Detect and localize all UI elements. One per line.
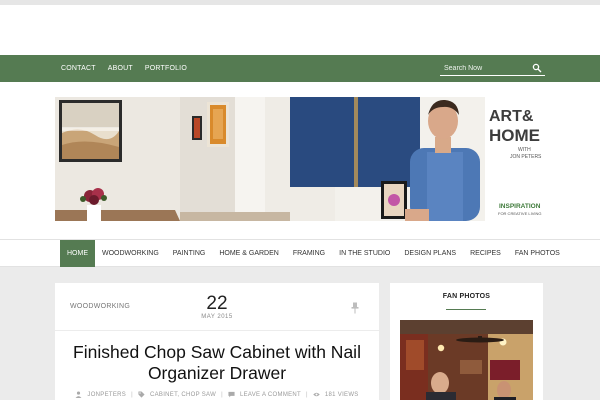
post-meta: JONPETERS | CABINET, CHOP SAW | LEAVE A …: [75, 391, 359, 398]
top-nav-contact[interactable]: CONTACT: [61, 65, 96, 72]
logo-tagline-1: INSPIRATION: [499, 203, 541, 210]
post-category[interactable]: WOODWORKING: [70, 303, 130, 310]
tag-icon: [138, 391, 145, 398]
fan-photos-widget: FAN PHOTOS: [390, 283, 543, 400]
header-top-whitespace: [0, 5, 600, 55]
search-box: [440, 61, 545, 76]
post-date-month: MAY 2015: [201, 314, 233, 320]
meta-separator: |: [306, 391, 308, 398]
post-comments[interactable]: LEAVE A COMMENT: [240, 392, 301, 398]
main-nav-home-garden[interactable]: HOME & GARDEN: [212, 240, 286, 267]
top-nav-links: CONTACT ABOUT PORTFOLIO: [61, 55, 187, 82]
post-date-day: 22: [206, 293, 228, 314]
post-views: 181 VIEWS: [324, 391, 359, 398]
main-nav-items: HOME WOODWORKING PAINTING HOME & GARDEN …: [60, 240, 567, 267]
user-icon: [75, 391, 82, 398]
post-author[interactable]: JONPETERS: [87, 392, 126, 398]
fan-photo-image[interactable]: [400, 320, 533, 400]
logo-name-text: JON PETERS: [510, 154, 542, 160]
main-nav-in-the-studio[interactable]: IN THE STUDIO: [332, 240, 397, 267]
comment-icon: [228, 391, 235, 398]
post-tags[interactable]: CABINET, CHOP SAW: [150, 392, 216, 398]
logo-home-text: HOME: [489, 126, 540, 145]
widget-title: FAN PHOTOS: [442, 293, 491, 300]
main-nav-recipes[interactable]: RECIPES: [463, 240, 508, 267]
widget-title-rule: [446, 309, 486, 310]
main-nav-design-plans[interactable]: DESIGN PLANS: [397, 240, 463, 267]
fan-photo-drawing: [400, 320, 533, 400]
meta-separator: |: [131, 391, 133, 398]
main-nav-home[interactable]: HOME: [60, 240, 95, 267]
logo-tagline-2: FOR CREATIVE LIVING: [498, 211, 542, 216]
search-input[interactable]: [444, 62, 528, 74]
main-nav-painting[interactable]: PAINTING: [166, 240, 213, 267]
top-nav-about[interactable]: ABOUT: [108, 65, 133, 72]
post-title[interactable]: Finished Chop Saw Cabinet with Nail Orga…: [67, 342, 367, 384]
post-header-divider: [55, 330, 379, 331]
post-card: WOODWORKING 22 MAY 2015 Finished Chop Sa…: [55, 283, 379, 400]
pin-icon: [351, 302, 359, 314]
main-nav-framing[interactable]: FRAMING: [286, 240, 332, 267]
main-nav-woodworking[interactable]: WOODWORKING: [95, 240, 166, 267]
meta-separator: |: [221, 391, 223, 398]
search-icon[interactable]: [532, 63, 542, 73]
banner-image: ART& HOME WITH JON PETERS INSPIRATION FO…: [55, 97, 545, 221]
top-nav-portfolio[interactable]: PORTFOLIO: [145, 65, 187, 72]
logo-art-text: ART&: [489, 108, 534, 125]
logo-with-text: WITH: [518, 147, 531, 153]
main-nav-fan-photos[interactable]: FAN PHOTOS: [508, 240, 567, 267]
header-banner[interactable]: ART& HOME WITH JON PETERS INSPIRATION FO…: [55, 97, 545, 221]
eye-icon: [313, 392, 320, 397]
main-navbar: HOME WOODWORKING PAINTING HOME & GARDEN …: [0, 239, 600, 267]
